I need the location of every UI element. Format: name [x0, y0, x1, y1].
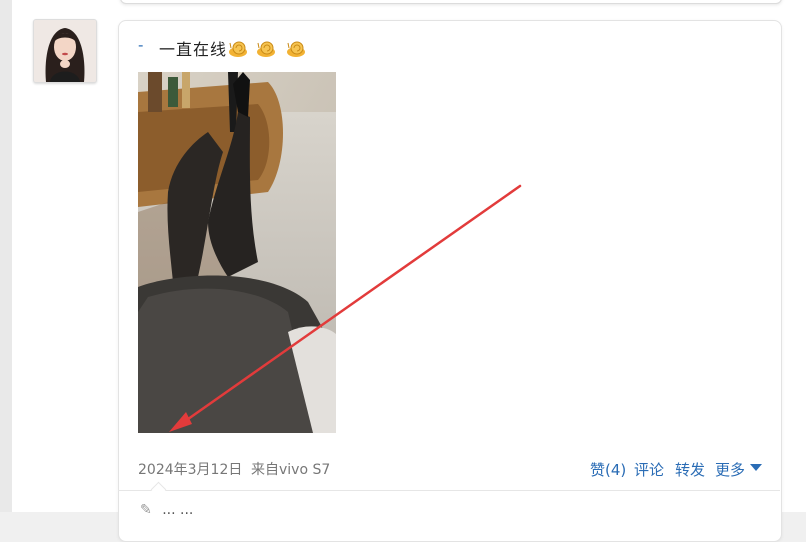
post-source: 来自vivo S7: [251, 462, 331, 478]
post-date[interactable]: 2024年3月12日: [138, 459, 242, 479]
avatar[interactable]: [33, 19, 97, 83]
snail-emoji-icon: [287, 41, 305, 57]
previous-post-card: [120, 0, 782, 4]
comment-icon: ✎: [140, 502, 152, 516]
comment-button[interactable]: 评论: [634, 459, 664, 480]
more-button[interactable]: 更多: [715, 459, 745, 480]
post-photo[interactable]: [138, 72, 336, 433]
post-text: 一直在线: [159, 40, 228, 59]
actions-divider: [118, 490, 780, 491]
chevron-down-icon[interactable]: [750, 464, 762, 471]
comment-preview: ✎ ... ...: [140, 502, 193, 516]
forward-button[interactable]: 转发: [675, 459, 705, 480]
page-left-strip: [0, 0, 12, 512]
post-photo-image: [138, 72, 336, 433]
avatar-image: [34, 20, 96, 82]
snail-emoji-icon: [257, 41, 275, 57]
like-button[interactable]: 赞(4): [590, 459, 626, 480]
post-prefix-dash: -: [138, 36, 144, 54]
snail-emoji-icon: [229, 41, 247, 57]
comment-preview-text: ... ...: [162, 502, 194, 516]
